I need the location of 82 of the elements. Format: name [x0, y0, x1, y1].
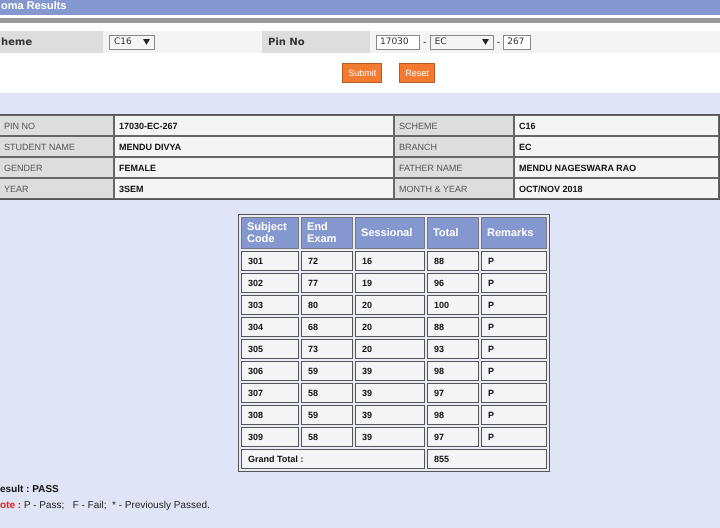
table-cell: 20 — [355, 339, 425, 359]
table-cell: P — [481, 383, 547, 403]
field-value: C16 — [514, 115, 719, 136]
column-header: Subject Code — [241, 217, 299, 249]
field-label: PIN NO — [0, 115, 114, 136]
table-cell: 88 — [427, 317, 479, 337]
separator-text: - — [496, 36, 500, 48]
branch-dropdown[interactable]: EC — [430, 34, 494, 50]
table-cell: 301 — [241, 251, 299, 271]
table-cell: 305 — [241, 339, 299, 359]
pin-input[interactable]: 17030 — [376, 34, 420, 50]
table-cell: P — [481, 317, 547, 337]
table-cell: 93 — [427, 339, 479, 359]
table-cell: 20 — [355, 317, 425, 337]
table-cell: 80 — [301, 295, 353, 315]
table-cell: 97 — [427, 427, 479, 447]
field-label: STUDENT NAME — [0, 136, 114, 157]
table-cell: 308 — [241, 405, 299, 425]
table-cell: 58 — [301, 427, 353, 447]
result-text: esult : PASS — [0, 484, 60, 495]
table-cell: 39 — [355, 383, 425, 403]
table-cell: 97 — [427, 383, 479, 403]
field-value: 17030-EC-267 — [114, 115, 394, 136]
table-cell: 39 — [355, 427, 425, 447]
table-cell: 303 — [241, 295, 299, 315]
grand-total-value: 855 — [427, 449, 547, 469]
table-cell: 73 — [301, 339, 353, 359]
table-cell: 39 — [355, 405, 425, 425]
table-cell: 307 — [241, 383, 299, 403]
field-value: MENDU DIVYA — [114, 136, 394, 157]
table-cell: 72 — [301, 251, 353, 271]
table-cell: P — [481, 273, 547, 293]
field-value: 3SEM — [114, 178, 394, 199]
field-label: YEAR — [0, 178, 114, 199]
table-cell: 59 — [301, 405, 353, 425]
table-cell: P — [481, 251, 547, 271]
caret-icon — [482, 39, 489, 45]
column-header: End Exam — [301, 217, 353, 249]
field-label: FATHER NAME — [394, 157, 514, 178]
table-cell: P — [481, 361, 547, 381]
separator-text: - — [423, 36, 427, 48]
table-cell: 19 — [355, 273, 425, 293]
column-header: Remarks — [481, 217, 547, 249]
table-cell: 20 — [355, 295, 425, 315]
column-header: Sessional — [355, 217, 425, 249]
table-cell: P — [481, 339, 547, 359]
field-label: GENDER — [0, 157, 114, 178]
table-cell: 100 — [427, 295, 479, 315]
pin-input[interactable]: 267 — [503, 34, 532, 50]
table-cell: 98 — [427, 405, 479, 425]
table-cell: 16 — [355, 251, 425, 271]
table-cell: P — [481, 295, 547, 315]
table-cell: 68 — [301, 317, 353, 337]
table-cell: P — [481, 427, 547, 447]
field-value: EC — [514, 136, 719, 157]
field-value: MENDU NAGESWARA RAO — [514, 157, 719, 178]
table-cell: 59 — [301, 361, 353, 381]
field-value: OCT/NOV 2018 — [514, 178, 719, 199]
grand-total-label: Grand Total : — [241, 449, 425, 469]
table-cell: 77 — [301, 273, 353, 293]
table-cell: 302 — [241, 273, 299, 293]
scheme-dropdown[interactable]: C16 — [109, 34, 155, 50]
caret-icon — [143, 39, 150, 45]
table-cell: 96 — [427, 273, 479, 293]
table-cell: 88 — [427, 251, 479, 271]
table-cell: 98 — [427, 361, 479, 381]
note-label: ote : — [0, 500, 22, 511]
field-value: FEMALE — [114, 157, 394, 178]
field-label: BRANCH — [394, 136, 514, 157]
note-text: P - Pass; F - Fail; * - Previously Passed. — [22, 500, 210, 511]
table-cell: 39 — [355, 361, 425, 381]
scheme-label: heme — [0, 31, 103, 53]
column-header: Total — [427, 217, 479, 249]
field-label: SCHEME — [394, 115, 514, 136]
page-title: oma Results — [0, 0, 66, 13]
table-cell: 58 — [301, 383, 353, 403]
pin-label: Pin No — [262, 31, 370, 53]
table-cell: 304 — [241, 317, 299, 337]
field-label: MONTH & YEAR — [394, 178, 514, 199]
table-cell: P — [481, 405, 547, 425]
table-cell: 309 — [241, 427, 299, 447]
table-cell: 306 — [241, 361, 299, 381]
